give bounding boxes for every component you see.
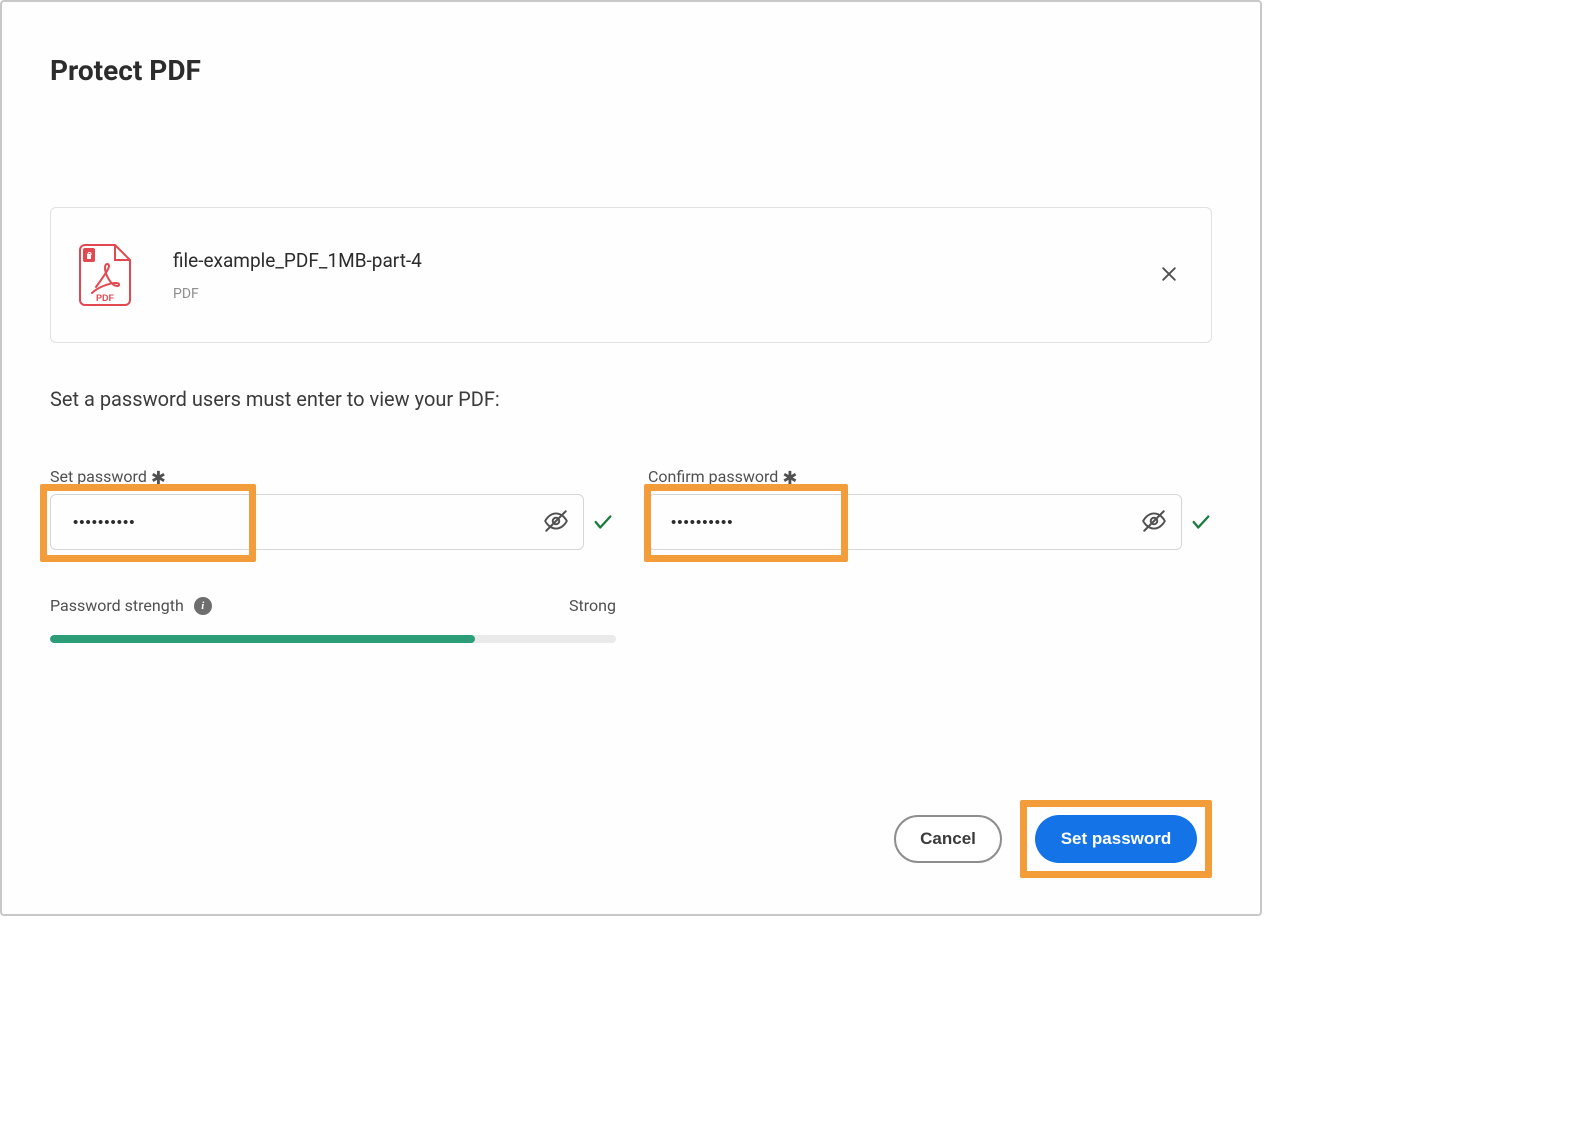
protect-pdf-dialog: Protect PDF PDF file-example_PDF_1MB-par… (0, 0, 1262, 916)
file-card: PDF file-example_PDF_1MB-part-4 PDF (50, 207, 1212, 343)
remove-file-button[interactable] (1155, 260, 1183, 291)
required-asterisk-icon: ✱ (782, 470, 797, 488)
password-strength-section: Password strength i Strong (50, 596, 616, 643)
required-asterisk-icon: ✱ (151, 470, 166, 488)
confirm-password-label: Confirm password (648, 467, 778, 486)
svg-text:PDF: PDF (96, 293, 115, 303)
dialog-footer: Cancel Set password (894, 800, 1212, 878)
set-password-button[interactable]: Set password (1035, 815, 1197, 863)
confirm-password-input[interactable] (671, 514, 1137, 531)
instruction-text: Set a password users must enter to view … (50, 387, 1212, 411)
info-icon[interactable]: i (194, 597, 212, 615)
check-icon (1190, 511, 1212, 533)
file-name: file-example_PDF_1MB-part-4 (173, 249, 1113, 272)
eye-off-icon (1141, 508, 1167, 537)
set-password-label: Set password (50, 467, 147, 486)
cancel-button[interactable]: Cancel (894, 815, 1002, 863)
check-icon (592, 511, 614, 533)
close-icon (1159, 272, 1179, 287)
dialog-title: Protect PDF (50, 54, 1212, 87)
file-type: PDF (173, 286, 1113, 302)
set-password-field: Set password ✱ (50, 467, 614, 550)
password-strength-bar (50, 635, 616, 643)
pdf-file-icon: PDF (79, 244, 131, 306)
confirm-password-field: Confirm password ✱ (648, 467, 1212, 550)
password-strength-fill (50, 635, 475, 643)
toggle-visibility-button[interactable] (539, 504, 573, 541)
set-password-input[interactable] (73, 514, 539, 531)
password-strength-label: Password strength (50, 596, 184, 615)
annotation-highlight: Set password (1020, 800, 1212, 878)
password-strength-value: Strong (569, 596, 616, 615)
eye-off-icon (543, 508, 569, 537)
toggle-visibility-button[interactable] (1137, 504, 1171, 541)
